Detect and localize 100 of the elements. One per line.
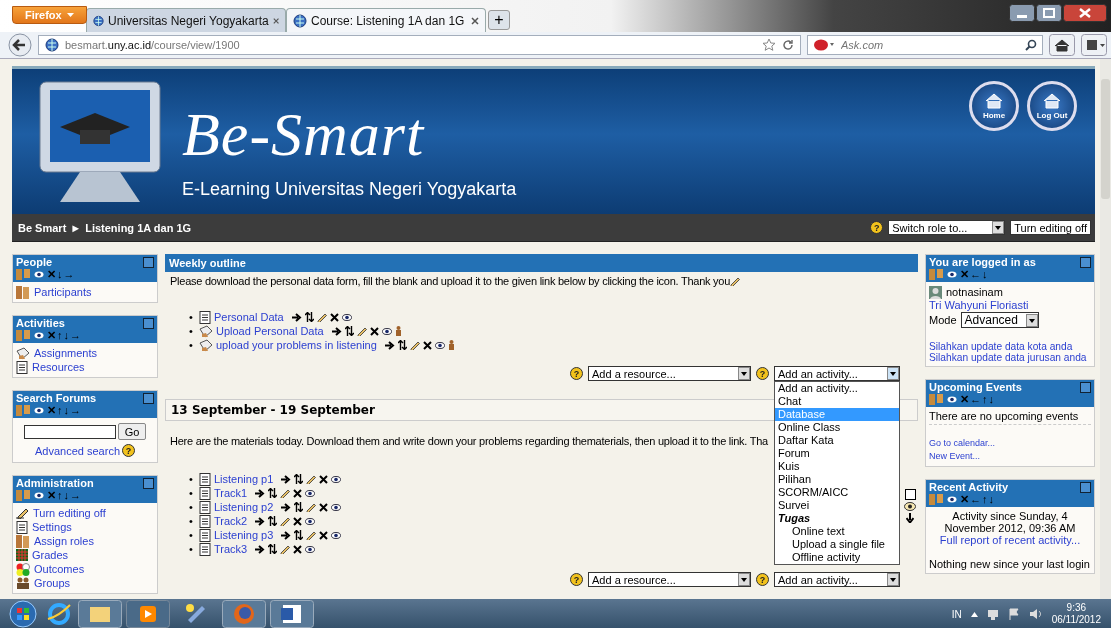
eye-icon[interactable] <box>331 475 342 483</box>
search-field[interactable]: Ask.com <box>807 35 1043 55</box>
dropdown-option[interactable]: Forum <box>775 447 899 460</box>
eye-icon[interactable] <box>305 517 316 525</box>
play-icon[interactable] <box>126 600 170 628</box>
banner-button[interactable]: Home <box>969 81 1019 131</box>
browser-tab[interactable]: Universitas Negeri Yogyakarta <box>86 8 286 32</box>
activity-link[interactable]: upload your problems in listening <box>216 339 377 352</box>
activity-select[interactable]: Add an activity... <box>774 572 900 587</box>
full-report-link[interactable]: Full report of recent activity... <box>939 534 1081 546</box>
block-controls[interactable]: ✕←↓ <box>960 267 989 281</box>
turn-editing-off-button[interactable]: Turn editing off <box>1010 220 1091 235</box>
pencil-icon[interactable] <box>280 516 291 527</box>
eye-icon[interactable] <box>34 270 44 278</box>
breadcrumb-link[interactable]: Be Smart <box>18 221 67 234</box>
address-field[interactable]: besmart.uny.ac.id/course/view/1900 <box>38 35 801 55</box>
eye-icon[interactable] <box>34 406 44 414</box>
move-icon[interactable] <box>294 502 304 513</box>
delete-icon[interactable] <box>293 488 303 498</box>
clock-time[interactable]: 9:36 <box>1066 602 1087 614</box>
eye-icon[interactable] <box>434 341 445 349</box>
eye-icon[interactable] <box>305 489 316 497</box>
activity-link[interactable]: Track3 <box>214 543 248 556</box>
right-arrow-icon[interactable] <box>331 326 342 336</box>
activity-link[interactable]: Personal Data <box>214 311 284 324</box>
eye-icon[interactable] <box>904 502 916 511</box>
help-icon[interactable]: ? <box>570 573 583 586</box>
dropdown-option[interactable]: Kuis <box>775 460 899 473</box>
dropdown-option[interactable]: SCORM/AICC <box>775 486 899 499</box>
right-arrow-icon[interactable] <box>384 340 395 350</box>
network-icon[interactable] <box>986 608 999 620</box>
collapse-icon[interactable] <box>1080 256 1091 268</box>
sidebar-link[interactable]: Resources <box>32 361 85 373</box>
resource-select[interactable]: Add a resource... <box>588 366 751 381</box>
block-controls[interactable]: ✕↑↓→ <box>47 403 82 417</box>
move-icon[interactable] <box>304 312 314 323</box>
dropdown-option[interactable]: Upload a single file <box>775 538 899 551</box>
move-icon[interactable] <box>294 474 304 485</box>
move-icon[interactable] <box>268 544 278 555</box>
move-icon[interactable] <box>397 340 407 351</box>
dropdown-option[interactable]: Daftar Kata <box>775 434 899 447</box>
eye-icon[interactable] <box>34 331 44 339</box>
collapse-icon[interactable] <box>143 317 154 329</box>
dropdown-option[interactable]: Survei <box>775 499 899 512</box>
new-tab-button[interactable]: + <box>488 10 510 30</box>
block-controls[interactable]: ✕←↑↓ <box>960 392 995 406</box>
go-button[interactable]: Go <box>117 423 147 440</box>
speaker-icon[interactable] <box>1028 608 1043 620</box>
activity-link[interactable]: Track2 <box>214 515 248 528</box>
right-arrow-icon[interactable] <box>291 312 302 322</box>
move-icon[interactable] <box>294 530 304 541</box>
eye-icon[interactable] <box>305 545 316 553</box>
pencil-icon[interactable] <box>306 474 317 485</box>
reload-icon[interactable] <box>782 39 794 51</box>
collapse-icon[interactable] <box>143 392 154 404</box>
block-controls[interactable]: ✕←↑↓ <box>960 492 995 506</box>
activity-link[interactable]: Upload Personal Data <box>216 325 324 338</box>
right-arrow-icon[interactable] <box>255 488 266 498</box>
right-arrow-icon[interactable] <box>281 530 292 540</box>
update-link[interactable]: Silahkan update data jurusan anda <box>929 352 1091 363</box>
person-icon[interactable] <box>447 340 455 351</box>
activity-link[interactable]: Listening p3 <box>214 529 274 542</box>
breadcrumb-link[interactable]: Listening 1A dan 1G <box>85 221 192 234</box>
right-arrow-icon[interactable] <box>255 544 266 554</box>
dropdown-option[interactable]: Online Class <box>775 421 899 434</box>
collapse-icon[interactable] <box>143 256 154 268</box>
close-icon[interactable] <box>471 16 479 25</box>
person-icon[interactable] <box>394 326 402 337</box>
fox-icon[interactable] <box>222 600 266 628</box>
eye-icon[interactable] <box>34 491 44 499</box>
profile-link[interactable]: Tri Wahyuni Floriasti <box>929 299 1091 311</box>
collapse-icon[interactable] <box>143 477 154 489</box>
delete-icon[interactable] <box>329 312 339 322</box>
eye-icon[interactable] <box>341 313 352 321</box>
search-input[interactable] <box>23 424 116 439</box>
activity-link[interactable]: Listening p1 <box>214 473 274 486</box>
dropdown-option[interactable]: Online text <box>775 525 899 538</box>
delete-icon[interactable] <box>293 544 303 554</box>
close-icon[interactable] <box>1063 4 1107 22</box>
minimize-icon[interactable] <box>1009 4 1035 22</box>
star-icon[interactable] <box>762 38 776 52</box>
help-icon[interactable]: ? <box>870 221 884 234</box>
update-link[interactable]: Silahkan update data kota anda <box>929 341 1091 352</box>
start-button-icon[interactable] <box>6 599 40 628</box>
pencil-icon[interactable] <box>316 312 327 323</box>
eye-icon[interactable] <box>947 270 957 278</box>
role-select[interactable]: Switch role to... <box>888 220 1006 235</box>
pencil-icon[interactable] <box>280 544 291 555</box>
eye-icon[interactable] <box>947 495 957 503</box>
help-icon[interactable]: ? <box>122 444 135 457</box>
delete-icon[interactable] <box>369 326 379 336</box>
sidebar-link[interactable]: Assignments <box>34 347 97 359</box>
activity-link[interactable]: Track1 <box>214 487 248 500</box>
delete-icon[interactable] <box>293 516 303 526</box>
pencil-icon[interactable] <box>356 326 367 337</box>
search-icon[interactable] <box>1025 39 1037 51</box>
document-icon[interactable] <box>270 600 314 628</box>
home-icon[interactable] <box>1049 34 1075 56</box>
right-arrow-icon[interactable] <box>281 474 292 484</box>
delete-icon[interactable] <box>422 340 432 350</box>
